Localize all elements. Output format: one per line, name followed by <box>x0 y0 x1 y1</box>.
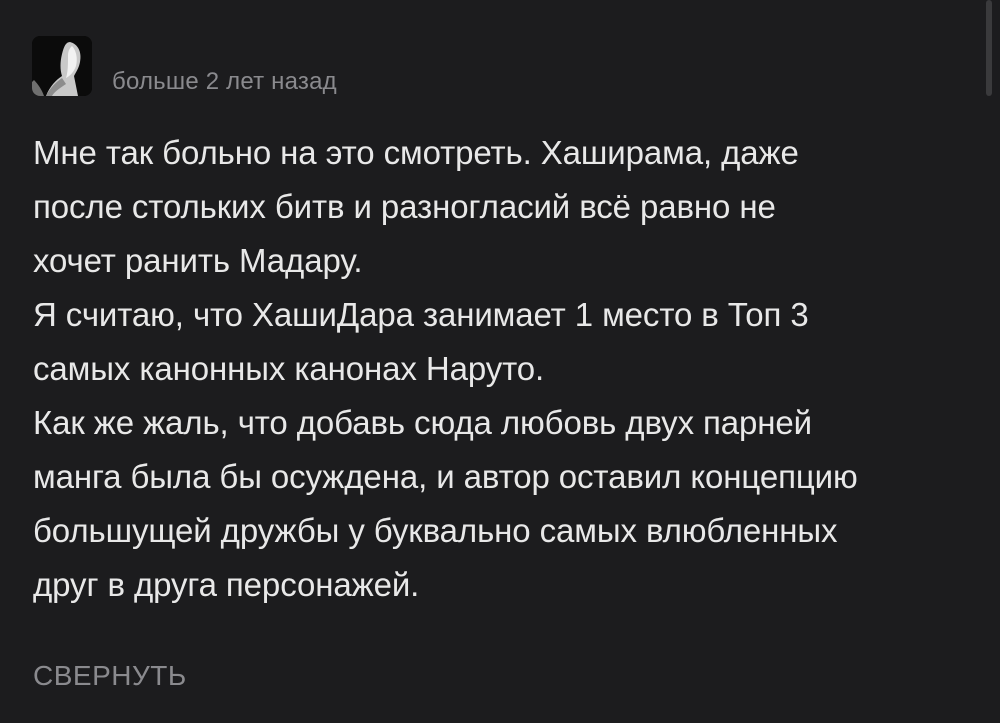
comment-timestamp: больше 2 лет назад <box>112 68 337 95</box>
comment-body-line: большущей дружбы у буквально самых влюбл… <box>33 512 838 549</box>
user-avatar[interactable] <box>32 36 92 96</box>
comment-body-line: после стольких битв и разногласий всё ра… <box>33 188 776 225</box>
comment-body-line: манга была бы осуждена, и автор оставил … <box>33 458 858 495</box>
comment-body-line: Мне так больно на это смотреть. Хаширама… <box>33 134 799 171</box>
comment-body-line: Я считаю, что ХашиДара занимает 1 место … <box>33 296 809 333</box>
scrollbar-thumb[interactable] <box>986 0 992 96</box>
comment-body-line: самых канонных канонах Наруто. <box>33 350 545 387</box>
comment-body: Мне так больно на это смотреть. Хаширама… <box>33 126 973 612</box>
comment-body-line: Как же жаль, что добавь сюда любовь двух… <box>33 404 813 441</box>
comment-body-line: хочет ранить Мадару. <box>33 242 363 279</box>
collapse-button[interactable]: СВЕРНУТЬ <box>33 656 187 696</box>
comment-card: больше 2 лет назад Мне так больно на это… <box>0 0 1000 723</box>
comment-body-line: друг в друга персонажей. <box>33 566 420 603</box>
avatar-image-icon <box>32 36 92 96</box>
